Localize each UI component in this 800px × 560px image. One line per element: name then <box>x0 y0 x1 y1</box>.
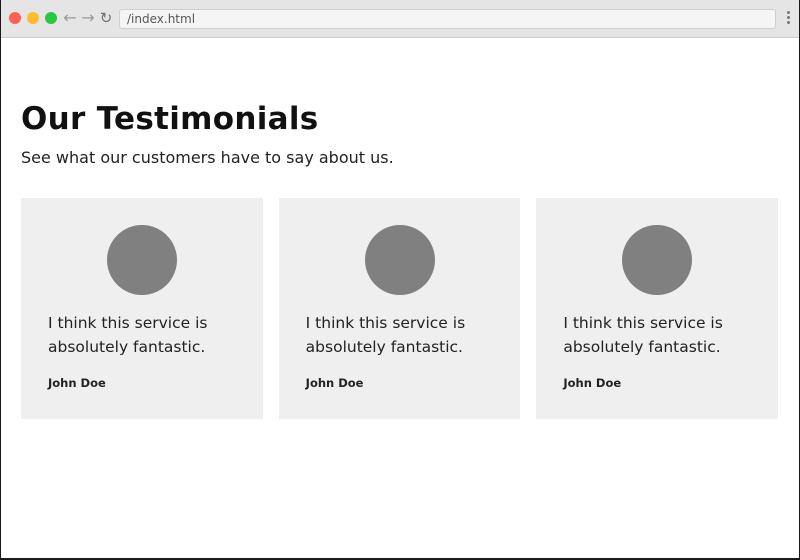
browser-window: ← → ↻ /index.html Our Testimonials See w… <box>0 0 800 560</box>
page-content: Our Testimonials See what our customers … <box>1 39 799 558</box>
testimonial-card: I think this service is absolutely fanta… <box>278 198 521 419</box>
close-window-button[interactable] <box>9 12 21 24</box>
browser-toolbar: ← → ↻ /index.html <box>1 0 799 38</box>
testimonial-quote: I think this service is absolutely fanta… <box>48 314 208 356</box>
page-title: Our Testimonials <box>21 101 319 137</box>
kebab-menu-icon[interactable] <box>785 11 791 27</box>
address-bar[interactable]: /index.html <box>119 9 776 29</box>
minimize-window-button[interactable] <box>27 12 39 24</box>
testimonial-quote: I think this service is absolutely fanta… <box>563 314 723 356</box>
testimonial-author: John Doe <box>305 376 364 390</box>
testimonial-card: I think this service is absolutely fanta… <box>21 198 263 419</box>
testimonial-author: John Doe <box>48 376 106 390</box>
testimonial-list: I think this service is absolutely fanta… <box>21 198 779 419</box>
reload-icon[interactable]: ↻ <box>98 9 114 27</box>
testimonial-card: I think this service is absolutely fanta… <box>536 198 779 419</box>
page-subtitle: See what our customers have to say about… <box>21 148 394 167</box>
testimonial-author: John Doe <box>563 376 622 390</box>
avatar <box>622 225 693 295</box>
avatar <box>364 225 435 295</box>
maximize-window-button[interactable] <box>45 12 57 24</box>
testimonial-quote: I think this service is absolutely fanta… <box>305 314 466 356</box>
arrow-left-icon[interactable]: ← <box>62 9 78 27</box>
avatar <box>106 225 177 295</box>
arrow-right-icon[interactable]: → <box>80 9 96 27</box>
